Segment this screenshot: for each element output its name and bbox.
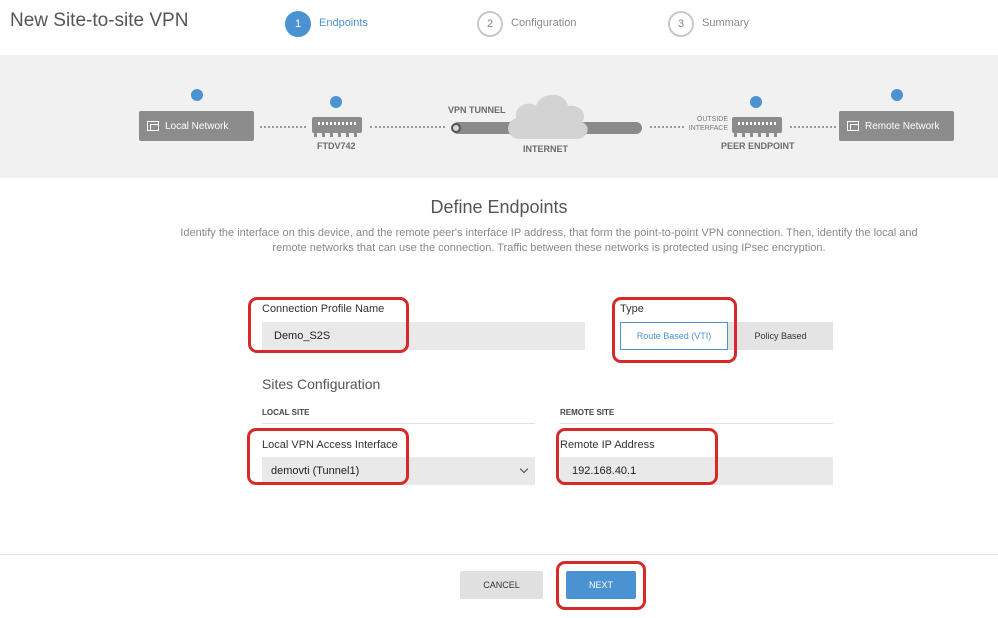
remote-network-dot[interactable] — [891, 89, 903, 101]
section-description: Identify the interface on this device, a… — [180, 227, 918, 254]
chevron-down-icon — [519, 464, 529, 474]
local-site-heading: LOCAL SITE — [262, 408, 310, 417]
peer-device-icon — [732, 117, 782, 137]
step-number: 1 — [285, 11, 311, 37]
footer-divider — [0, 554, 998, 555]
outside-label-line1: OUTSIDE — [696, 116, 728, 123]
outside-label-line2: INTERFACE — [688, 125, 728, 132]
connector-line — [370, 126, 445, 128]
tunnel-endcap-icon — [451, 123, 461, 133]
remote-site-heading: REMOTE SITE — [560, 408, 615, 417]
local-network-box[interactable]: Local Network — [139, 111, 254, 141]
local-network-dot[interactable] — [191, 89, 203, 101]
step-endpoints[interactable]: 1 Endpoints — [285, 10, 385, 38]
remote-network-label: Remote Network — [865, 120, 940, 132]
network-icon — [147, 121, 159, 131]
page-title: New Site-to-site VPN — [10, 10, 189, 31]
device-label: FTDV742 — [317, 141, 356, 151]
highlight-box — [247, 428, 409, 485]
internet-label: INTERNET — [523, 144, 568, 154]
highlight-box — [556, 428, 718, 485]
step-summary[interactable]: 3 Summary — [668, 10, 758, 38]
peer-dot[interactable] — [750, 96, 762, 108]
vpn-tunnel-label: VPN TUNNEL — [448, 105, 506, 115]
connector-line — [260, 126, 306, 128]
remote-network-box[interactable]: Remote Network — [839, 111, 954, 141]
highlight-box — [248, 297, 409, 353]
cancel-button[interactable]: CANCEL — [460, 571, 543, 599]
outside-interface-label: OUTSIDE INTERFACE — [680, 115, 728, 133]
divider — [262, 423, 535, 424]
peer-endpoint-label: PEER ENDPOINT — [721, 141, 795, 151]
cloud-icon — [508, 94, 588, 139]
connector-line — [650, 126, 684, 128]
divider — [560, 423, 833, 424]
section-title: Define Endpoints — [430, 197, 568, 217]
step-number: 2 — [477, 11, 503, 37]
highlight-box — [612, 297, 737, 363]
highlight-box — [556, 561, 646, 610]
step-label: Summary — [702, 17, 750, 29]
firewall-device-icon — [312, 117, 362, 137]
step-label: Endpoints — [319, 17, 368, 29]
sites-configuration-heading: Sites Configuration — [262, 376, 381, 392]
network-icon — [847, 121, 859, 131]
step-configuration[interactable]: 2 Configuration — [477, 10, 587, 38]
policy-based-option[interactable]: Policy Based — [728, 322, 833, 350]
step-label: Configuration — [511, 17, 577, 29]
device-dot[interactable] — [330, 96, 342, 108]
connector-line — [790, 126, 836, 128]
step-number: 3 — [668, 11, 694, 37]
local-network-label: Local Network — [165, 120, 229, 132]
